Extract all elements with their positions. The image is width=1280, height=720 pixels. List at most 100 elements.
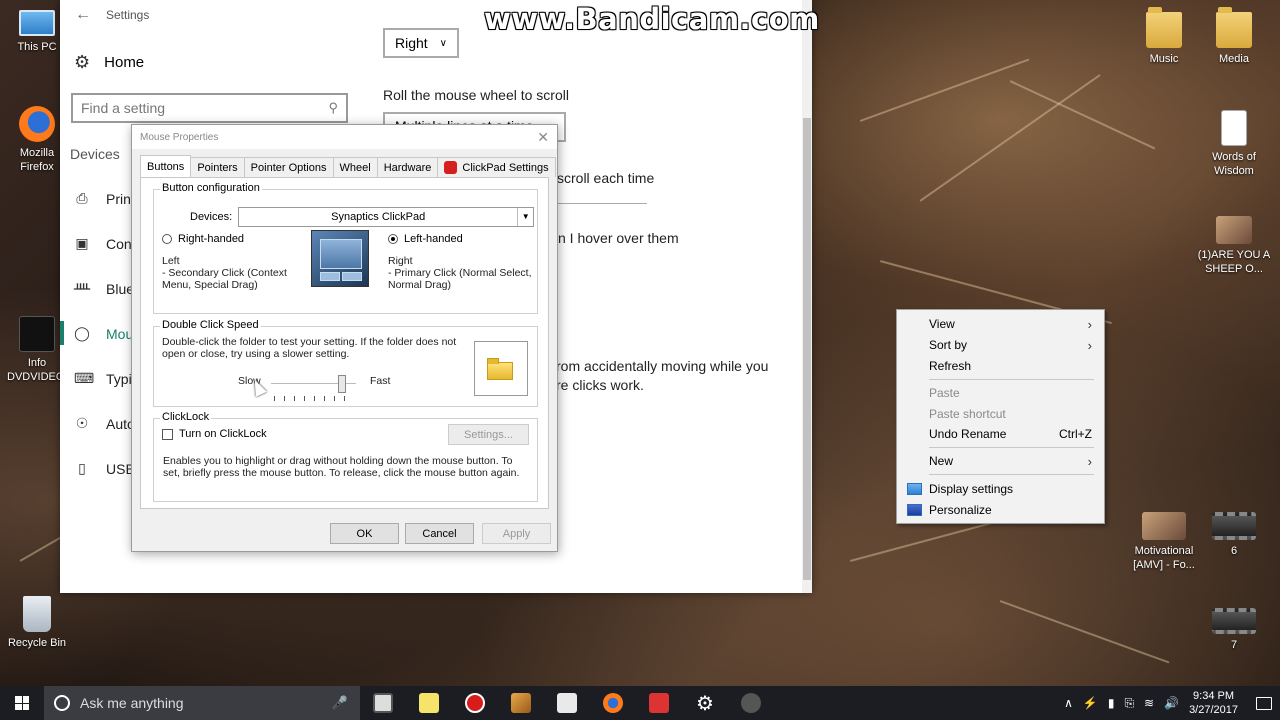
nav-connected-devices[interactable]: ▣ Conn <box>74 235 139 252</box>
volume-icon[interactable]: 🔊 <box>1164 696 1179 710</box>
menu-item-sort-by[interactable]: Sort by › <box>897 335 1104 355</box>
taskbar-bandicam[interactable] <box>452 686 498 720</box>
menu-label: View <box>929 317 955 331</box>
ok-button[interactable]: OK <box>330 523 399 544</box>
menu-item-personalize[interactable]: Personalize <box>897 500 1104 520</box>
tab-pointers[interactable]: Pointers <box>190 157 245 177</box>
desktop-icon-6[interactable]: 6 <box>1197 512 1271 558</box>
slider-ticks <box>274 396 354 401</box>
apply-button[interactable]: Apply <box>482 523 551 544</box>
right-handed-radio[interactable]: Right-handed <box>162 233 244 245</box>
battery-icon[interactable]: ▮ <box>1108 696 1115 710</box>
speed-slider-thumb[interactable] <box>338 375 346 393</box>
menu-item-undo-rename[interactable]: Undo Rename Ctrl+Z <box>897 424 1104 444</box>
lines-slider-track[interactable] <box>557 203 647 204</box>
menu-label: Display settings <box>929 482 1014 496</box>
power-plug-icon[interactable]: ⎘ <box>1124 696 1134 711</box>
nav-usb[interactable]: ▯ USB <box>74 460 135 477</box>
tab-buttons[interactable]: Buttons <box>140 155 192 177</box>
desktop-icon-label: Music <box>1149 53 1179 65</box>
microphone-icon[interactable]: 🎤 <box>332 695 348 711</box>
nav-home[interactable]: ⚙ Home <box>74 52 144 73</box>
cancel-button[interactable]: Cancel <box>405 523 474 544</box>
taskbar-app-7[interactable] <box>636 686 682 720</box>
desktop-icon-recycle-bin[interactable]: Recycle Bin <box>0 596 74 650</box>
desktop-icon-words-of-wisdom[interactable]: Words of Wisdom <box>1197 110 1271 178</box>
menu-item-paste-shortcut[interactable]: Paste shortcut <box>897 404 1104 424</box>
menu-item-view[interactable]: View › <box>897 314 1104 334</box>
start-button[interactable] <box>0 686 44 720</box>
active-indicator <box>60 321 64 345</box>
close-icon[interactable]: ✕ <box>537 129 549 146</box>
cortana-search-box[interactable]: Ask me anything 🎤 <box>44 686 360 720</box>
desktop-icon-media[interactable]: Media <box>1197 7 1271 66</box>
video-player-icon <box>557 693 577 713</box>
primary-button-select[interactable]: Right ∨ <box>383 28 459 58</box>
app-icon <box>511 693 531 713</box>
devices-label: Devices: <box>190 211 233 223</box>
search-placeholder: Ask me anything <box>80 695 184 711</box>
pc-icon <box>19 10 55 36</box>
tab-pointer-options[interactable]: Pointer Options <box>243 157 334 177</box>
taskbar-sticky-notes[interactable] <box>406 686 452 720</box>
chevron-up-icon[interactable]: ∧ <box>1064 696 1073 710</box>
bandicam-watermark: www.Bandicam.com <box>484 2 820 36</box>
cortana-icon <box>54 695 70 711</box>
group-label: Double Click Speed <box>160 319 261 331</box>
desktop-icon-label: Motivational [AMV] - Fo... <box>1133 545 1195 571</box>
menu-item-paste[interactable]: Paste <box>897 383 1104 403</box>
left-desc-text: - Secondary Click (Context Menu, Special… <box>162 267 287 291</box>
menu-separator <box>929 447 1094 448</box>
taskbar-app-4[interactable] <box>498 686 544 720</box>
scroll-lines-label: scroll each time <box>557 170 655 186</box>
devices-row: Devices: Synaptics ClickPad ▼ <box>190 207 535 227</box>
left-handed-radio[interactable]: Left-handed <box>388 233 463 245</box>
taskbar-video-player[interactable] <box>544 686 590 720</box>
lightning-icon[interactable]: ⚡ <box>1083 696 1098 710</box>
scrollbar-thumb[interactable] <box>803 118 811 580</box>
nav-printers[interactable]: ⎙ Print <box>74 190 134 207</box>
desktop-icon-music[interactable]: Music <box>1127 7 1201 66</box>
desktop-icon-7[interactable]: 7 <box>1197 608 1271 652</box>
clicklock-settings-button[interactable]: Settings... <box>448 424 529 445</box>
buttons-tab-panel: Button configuration Devices: Synaptics … <box>140 177 549 509</box>
right-desc-text: - Primary Click (Normal Select, Normal D… <box>388 267 532 291</box>
clicklock-desc: Enables you to highlight or drag without… <box>163 455 520 479</box>
clock-date: 3/27/2017 <box>1189 704 1238 716</box>
inactive-scroll-label: n I hover over them <box>558 230 679 246</box>
prevent-move-text-2: re clicks work. <box>556 377 644 393</box>
desktop-icon-label: (1)ARE YOU A SHEEP O... <box>1197 249 1271 275</box>
settings-scrollbar[interactable] <box>802 0 812 593</box>
taskbar-calculator[interactable] <box>360 686 406 720</box>
settings-search-input[interactable]: Find a setting ⚲ <box>71 93 348 123</box>
menu-label: Paste shortcut <box>929 407 1006 421</box>
desktop-icon-label: 6 <box>1230 545 1238 557</box>
menu-label: New <box>929 454 954 468</box>
menu-item-display-settings[interactable]: Display settings <box>897 479 1104 499</box>
radio-icon <box>162 234 172 244</box>
video-file-icon <box>1212 608 1256 634</box>
desktop-icon-motivational-amv[interactable]: Motivational [AMV] - Fo... <box>1127 512 1201 572</box>
back-arrow-icon[interactable]: ← <box>60 6 106 24</box>
notification-icon[interactable] <box>1256 696 1272 710</box>
menu-item-new[interactable]: New › <box>897 451 1104 471</box>
tab-wheel[interactable]: Wheel <box>332 157 378 177</box>
menu-label: Paste <box>929 386 960 400</box>
taskbar-settings[interactable]: ⚙ <box>682 686 728 720</box>
desktop-icon-are-you-a-sheep[interactable]: (1)ARE YOU A SHEEP O... <box>1197 216 1271 276</box>
clock[interactable]: 9:34 PM 3/27/2017 <box>1189 689 1238 717</box>
taskbar-firefox[interactable] <box>590 686 636 720</box>
test-folder[interactable] <box>474 341 528 396</box>
record-icon <box>465 693 485 713</box>
clicklock-checkbox[interactable]: Turn on ClickLock <box>162 428 267 440</box>
nav-autoplay[interactable]: ☉ Auto <box>74 415 135 432</box>
network-icon[interactable]: ≋ <box>1144 696 1154 710</box>
chevron-right-icon: › <box>1087 316 1092 332</box>
taskbar-app-9[interactable] <box>728 686 774 720</box>
tab-clickpad-settings[interactable]: ClickPad Settings <box>437 157 556 177</box>
tab-hardware[interactable]: Hardware <box>376 157 439 177</box>
nav-typing[interactable]: ⌨ Typin <box>74 370 139 387</box>
devices-select[interactable]: Synaptics ClickPad ▼ <box>238 207 535 227</box>
menu-item-refresh[interactable]: Refresh <box>897 356 1104 376</box>
firefox-icon <box>19 106 55 142</box>
